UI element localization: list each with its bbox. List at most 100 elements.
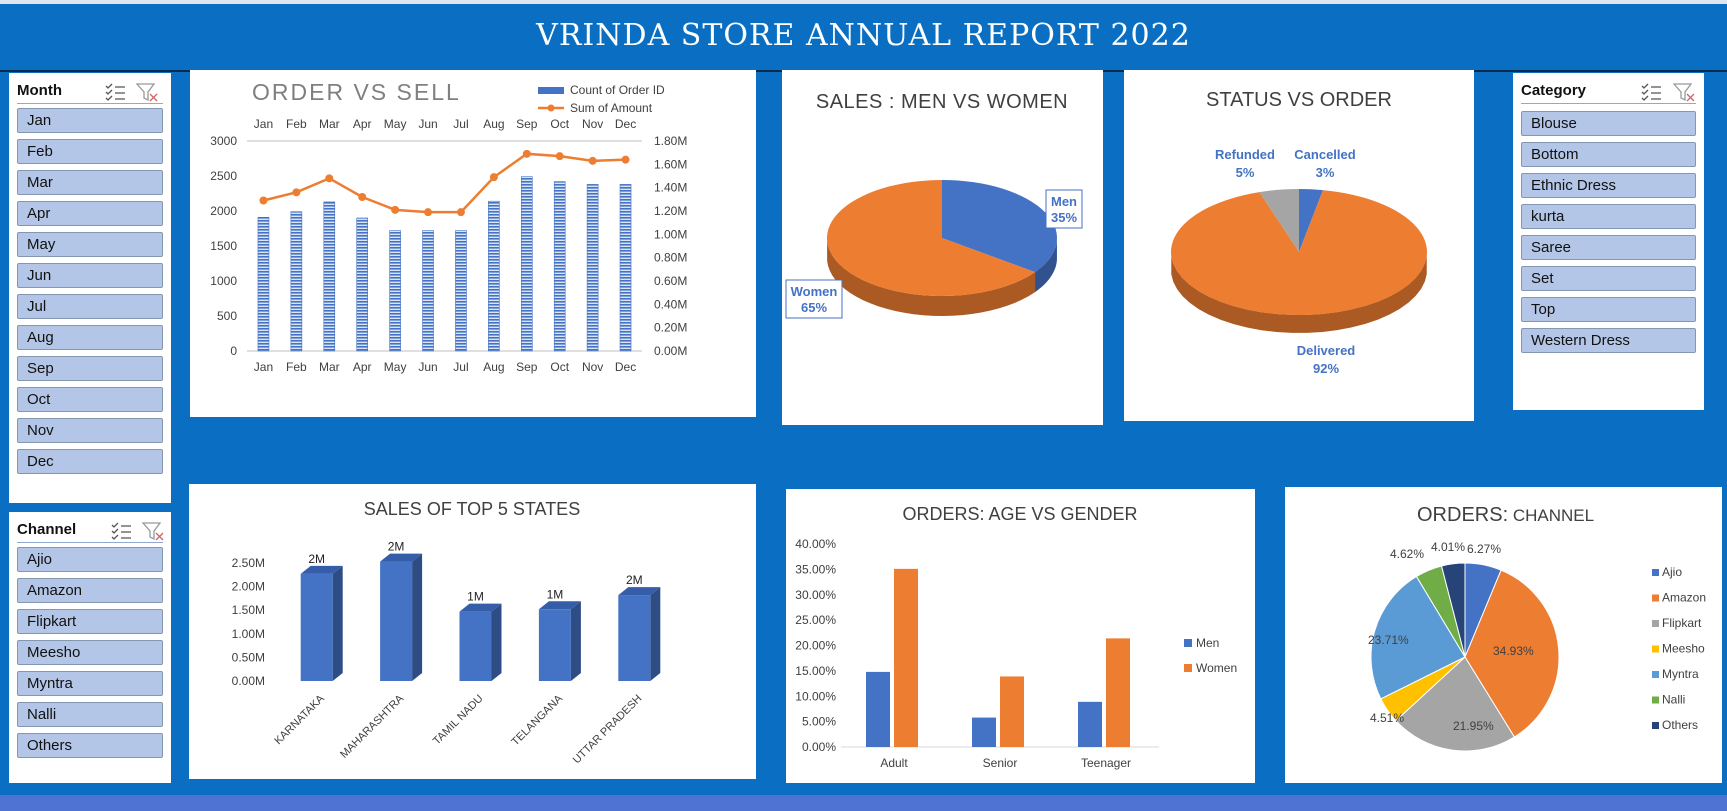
y-tick-label-right: 0.20M — [654, 321, 687, 335]
data-label: 2M — [308, 552, 325, 566]
legend-label: Men — [1196, 636, 1219, 650]
slicer-item-category[interactable]: Set — [1521, 266, 1696, 291]
data-label: 4.01% — [1431, 540, 1465, 554]
data-label: 2M — [388, 540, 405, 554]
x-tick-label: Feb — [286, 360, 307, 374]
chart-title: ORDER VS SELL — [252, 79, 461, 105]
data-label-value: 92% — [1313, 361, 1339, 376]
y-tick-label-left: 500 — [217, 309, 237, 323]
multi-select-icon[interactable] — [1639, 81, 1663, 103]
multi-select-icon[interactable] — [103, 81, 127, 103]
slicer-item-month[interactable]: May — [17, 232, 163, 257]
clear-filter-icon[interactable] — [141, 520, 165, 542]
line-point — [358, 193, 367, 201]
x-tick-label-top: Dec — [615, 117, 636, 131]
clear-filter-icon[interactable] — [1672, 81, 1696, 103]
x-tick-label-top: Oct — [550, 117, 569, 131]
x-tick-label: Nov — [582, 360, 603, 374]
channel-slicer-items: Ajio Amazon Flipkart Meesho Myntra Nalli… — [17, 547, 163, 764]
y-tick-label: 5.00% — [802, 715, 836, 729]
slicer-item-month[interactable]: Jun — [17, 263, 163, 288]
orders-channel-svg: ORDERS: CHANNEL 6.27% 34.93% 21.95% 4.51% 23.… — [1368, 504, 1706, 752]
line-point — [522, 149, 531, 158]
slicer-item-category[interactable]: Saree — [1521, 235, 1696, 260]
bar — [323, 201, 336, 352]
legend-swatch-orders — [538, 87, 564, 94]
data-label: 34.93% — [1493, 644, 1534, 658]
y-tick-label-right: 0.00M — [654, 344, 687, 358]
data-label-name: Refunded — [1215, 147, 1275, 162]
slicer-item-month[interactable]: Nov — [17, 418, 163, 443]
chart-title: SALES : MEN VS WOMEN — [816, 91, 1068, 113]
slicer-item-month[interactable]: Feb — [17, 139, 163, 164]
slicer-item-channel[interactable]: Flipkart — [17, 609, 163, 634]
x-tick-label: MAHARASHTRA — [338, 692, 407, 761]
line-point — [325, 174, 334, 183]
chart-title: SALES OF TOP 5 STATES — [364, 499, 580, 519]
slicer-item-month[interactable]: Aug — [17, 325, 163, 350]
x-tick-label: Dec — [615, 360, 636, 374]
slicer-item-month[interactable]: Jul — [17, 294, 163, 319]
slicer-item-channel[interactable]: Meesho — [17, 640, 163, 665]
bar — [455, 230, 467, 352]
x-tick-label: TELANGANA — [509, 692, 565, 748]
bar — [356, 217, 369, 352]
slicer-item-channel[interactable]: Others — [17, 733, 163, 758]
data-label-value: 5% — [1236, 165, 1255, 180]
slicer-item-category[interactable]: Top — [1521, 297, 1696, 322]
x-tick-label-top: Nov — [582, 117, 603, 131]
y-tick-label: 40.00% — [795, 537, 836, 551]
bar-side — [412, 553, 423, 681]
channel-slicer: Channel Ajio Amazon Flipkart Meesho Mynt… — [9, 512, 171, 783]
slicer-item-category[interactable]: Blouse — [1521, 111, 1696, 136]
x-tick-label-top: May — [384, 117, 407, 131]
legend-swatch — [1652, 645, 1659, 653]
category-slicer-items: Blouse Bottom Ethnic Dress kurta Saree S… — [1521, 111, 1696, 359]
x-tick-label-top: Jul — [453, 117, 468, 131]
order-vs-sell-chart: ORDER VS SELL Count of Order ID Sum of Amo… — [190, 70, 756, 417]
y-tick-label: 2.00M — [232, 580, 265, 594]
slicer-item-category[interactable]: Western Dress — [1521, 328, 1696, 353]
legend-swatch — [1652, 569, 1659, 576]
slicer-item-channel[interactable]: Amazon — [17, 578, 163, 603]
status-vs-order-chart: STATUS VS ORDER Cancelled 3% Delivered 92% Re… — [1124, 70, 1474, 421]
bar — [866, 671, 890, 747]
legend-label-orders: Count of Order ID — [570, 83, 665, 97]
data-label: 2M — [626, 573, 643, 587]
slicer-item-category[interactable]: kurta — [1521, 204, 1696, 229]
x-tick-label-top: Sep — [516, 117, 538, 131]
x-tick-label: Senior — [983, 756, 1018, 770]
slicer-item-month[interactable]: Mar — [17, 170, 163, 195]
legend-label-amount: Sum of Amount — [570, 101, 653, 115]
bar — [972, 717, 996, 747]
slicer-item-month[interactable]: Oct — [17, 387, 163, 412]
line-point — [489, 173, 498, 182]
slicer-item-category[interactable]: Ethnic Dress — [1521, 173, 1696, 198]
x-tick-label: UTTAR PRADESH — [571, 693, 645, 767]
bar — [894, 568, 918, 747]
legend-swatch — [1652, 594, 1659, 602]
slicer-item-month[interactable]: Sep — [17, 356, 163, 381]
top-strip — [0, 0, 1727, 4]
y-tick-label-right: 0.60M — [654, 274, 687, 288]
slicer-item-channel[interactable]: Nalli — [17, 702, 163, 727]
y-tick-label-right: 0.40M — [654, 297, 687, 311]
slicer-item-channel[interactable]: Ajio — [17, 547, 163, 572]
x-tick-label-top: Jun — [418, 117, 437, 131]
slicer-item-month[interactable]: Apr — [17, 201, 163, 226]
bar — [520, 176, 533, 352]
clear-filter-icon[interactable] — [135, 81, 159, 103]
y-tick-label: 2.50M — [232, 556, 265, 570]
slicer-item-month[interactable]: Dec — [17, 449, 163, 474]
y-tick-label: 1.00M — [232, 627, 265, 641]
multi-select-icon[interactable] — [109, 520, 133, 542]
y-tick-label: 15.00% — [795, 664, 836, 678]
slicer-item-month[interactable]: Jan — [17, 108, 163, 133]
x-tick-label: Sep — [516, 360, 538, 374]
slicer-item-channel[interactable]: Myntra — [17, 671, 163, 696]
data-label-name: Men — [1051, 194, 1077, 209]
slicer-item-category[interactable]: Bottom — [1521, 142, 1696, 167]
bar — [619, 184, 632, 352]
x-tick-label-top: Aug — [483, 117, 504, 131]
y-tick-label-left: 3000 — [210, 134, 237, 148]
